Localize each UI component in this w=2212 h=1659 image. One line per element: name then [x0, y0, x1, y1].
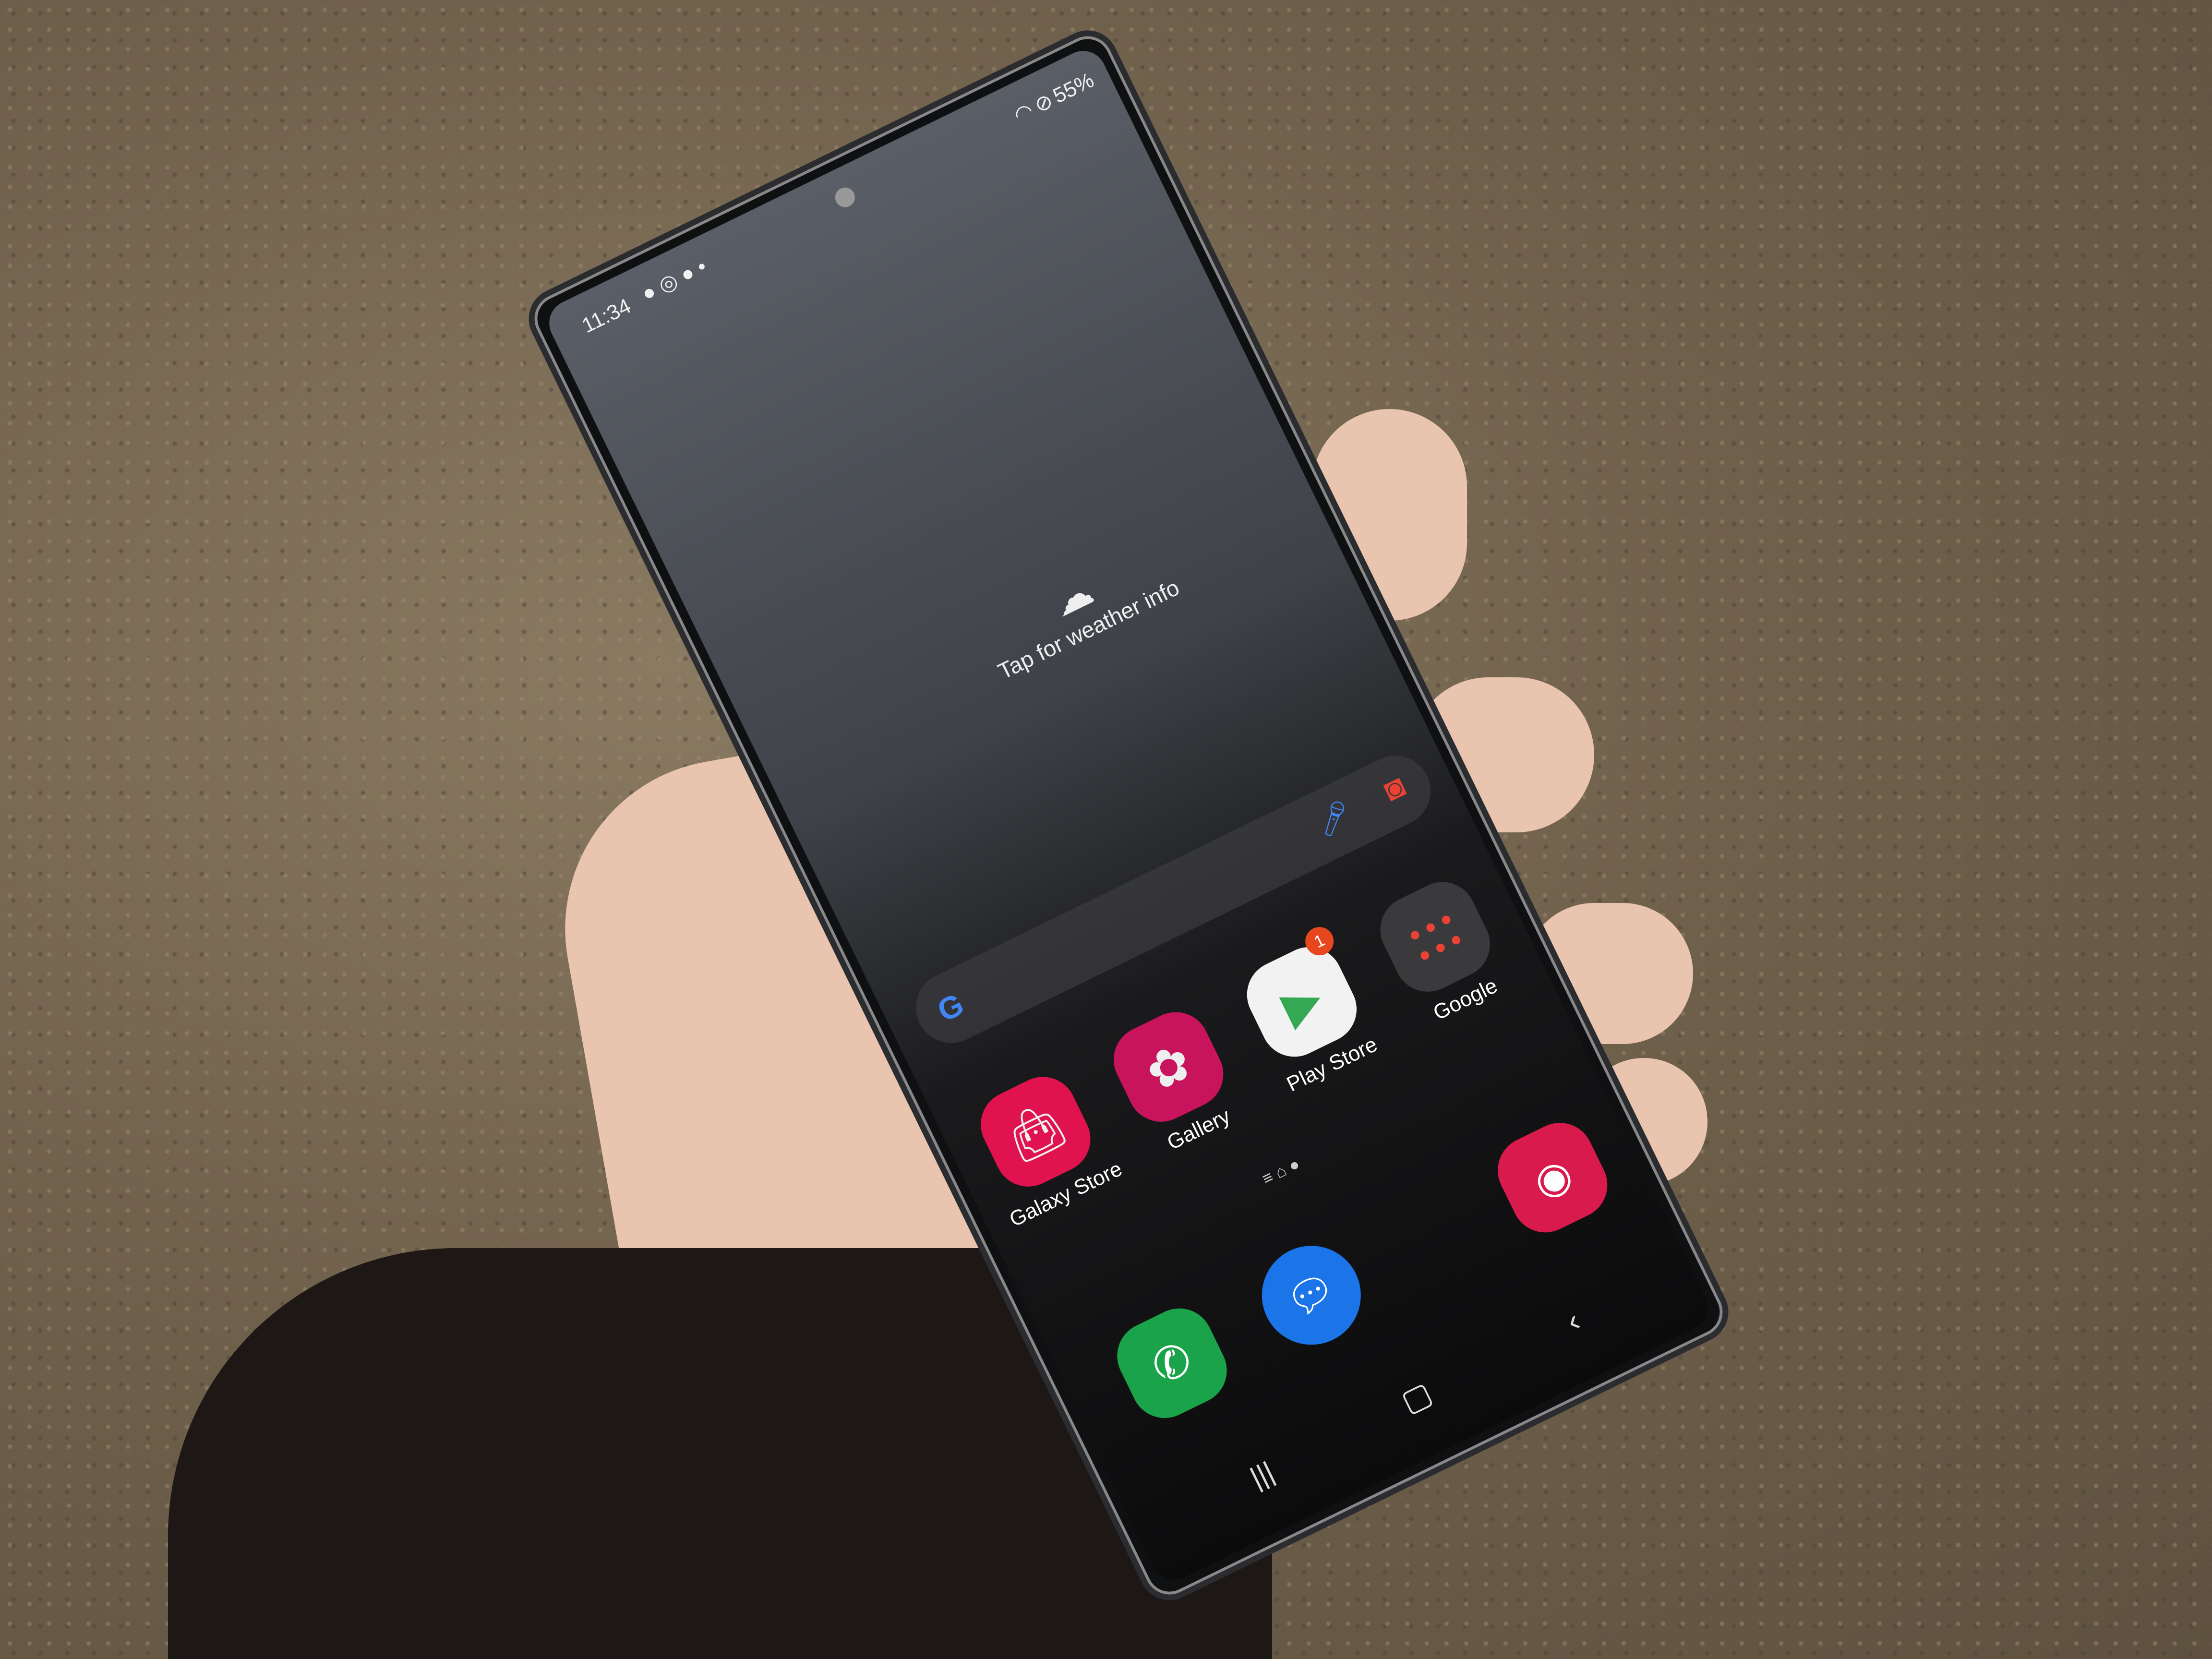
status-time: 11:34: [578, 294, 635, 338]
google-g-icon: G: [932, 986, 969, 1029]
mic-icon[interactable]: 🎤︎: [1310, 796, 1358, 842]
photo: 11:34 ● ◎ ● • ◠ ⊘ 55% ☁ Tap for weather …: [0, 0, 2212, 1659]
google-search-bar[interactable]: G 🎤︎ ◙: [904, 744, 1443, 1055]
home-button[interactable]: ▢: [1395, 1374, 1438, 1420]
recents-button[interactable]: |||: [1245, 1455, 1279, 1494]
lens-icon[interactable]: ◙: [1378, 768, 1410, 808]
weather-widget[interactable]: ☁ Tap for weather info: [936, 515, 1221, 703]
phone-icon[interactable]: ✆: [1106, 1297, 1238, 1430]
camera-icon[interactable]: ◉: [1486, 1111, 1619, 1244]
notification-icons: ● ◎ ● •: [638, 254, 710, 306]
back-button[interactable]: ‹: [1561, 1302, 1586, 1339]
camera-hole: [831, 184, 858, 211]
messages-icon[interactable]: 💬︎: [1245, 1229, 1378, 1361]
battery-level: 55%: [1049, 68, 1098, 108]
page-indicator[interactable]: ≡ ⌂ ●: [1259, 1154, 1303, 1189]
